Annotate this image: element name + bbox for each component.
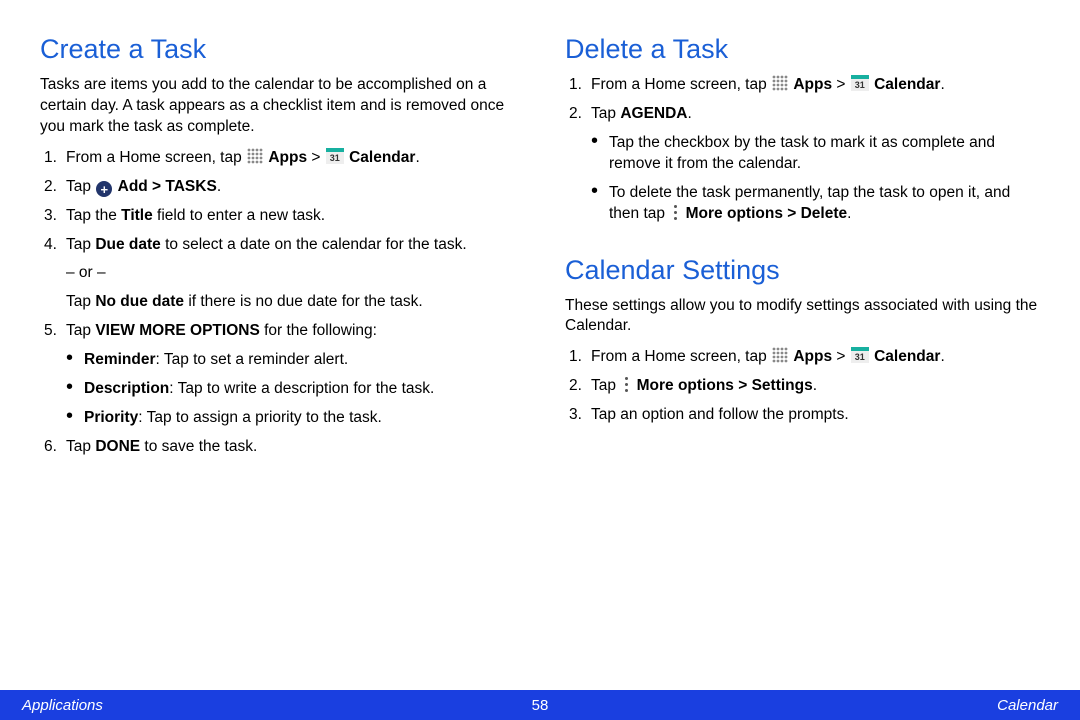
title-bold: Title (121, 207, 153, 224)
text: Tap the (66, 207, 121, 224)
apps-icon (772, 75, 788, 91)
more-label: More options > Delete (686, 205, 848, 222)
calendar-label: Calendar (874, 76, 940, 93)
text: Tap (66, 293, 95, 310)
text: From a Home screen, tap (66, 149, 246, 166)
sep: > (832, 348, 850, 365)
left-column: Create a Task Tasks are items you add to… (40, 30, 515, 466)
dbullet-1: Tap the checkbox by the task to mark it … (591, 133, 1040, 175)
settings-steps: From a Home screen, tap Apps > 31 Calend… (565, 347, 1040, 426)
dot: . (940, 76, 944, 93)
more-settings-bold: More options > Settings (637, 377, 813, 394)
dstep-2-bullets: Tap the checkbox by the task to mark it … (591, 133, 1040, 225)
text: Tap (66, 178, 95, 195)
two-column-layout: Create a Task Tasks are items you add to… (40, 30, 1040, 466)
plus-icon: + (96, 181, 112, 197)
heading-delete-task: Delete a Task (565, 34, 1040, 65)
delete-task-steps: From a Home screen, tap Apps > 31 Calend… (565, 75, 1040, 225)
bullet-priority: Priority: Tap to assign a priority to th… (66, 408, 515, 429)
footer-left: Applications (22, 697, 103, 714)
text: if there is no due date for the task. (184, 293, 423, 310)
calendar-label: Calendar (874, 348, 940, 365)
or-text: – or – (66, 263, 515, 284)
dot: . (847, 205, 851, 222)
bullet-reminder: Reminder: Tap to set a reminder alert. (66, 350, 515, 371)
nodue-bold: No due date (95, 293, 184, 310)
more-options-icon (621, 376, 631, 392)
step-3: Tap the Title field to enter a new task. (44, 206, 515, 227)
add-label: Add > TASKS (118, 178, 217, 195)
calendar-icon: 31 (326, 148, 344, 164)
text: Tap (66, 322, 95, 339)
cstep-1: From a Home screen, tap Apps > 31 Calend… (569, 347, 1040, 368)
step-1: From a Home screen, tap Apps > 31 Calend… (44, 148, 515, 169)
dot: . (687, 105, 691, 122)
heading-create-task: Create a Task (40, 34, 515, 65)
dstep-1: From a Home screen, tap Apps > 31 Calend… (569, 75, 1040, 96)
text: Tap (591, 105, 620, 122)
step-6: Tap DONE to save the task. (44, 437, 515, 458)
heading-calendar-settings: Calendar Settings (565, 255, 1040, 286)
intro-paragraph: Tasks are items you add to the calendar … (40, 75, 515, 138)
text: : Tap to write a description for the tas… (169, 380, 434, 397)
step-2: Tap + Add > TASKS. (44, 177, 515, 198)
no-due-text: Tap No due date if there is no due date … (66, 292, 515, 313)
dbullet-2: To delete the task permanently, tap the … (591, 183, 1040, 225)
dot: . (940, 348, 944, 365)
label: Priority (84, 409, 138, 426)
apps-label: Apps (793, 76, 832, 93)
text: Tap (66, 236, 95, 253)
text: to save the task. (140, 438, 257, 455)
more-options-icon (670, 204, 680, 220)
manual-page: Create a Task Tasks are items you add to… (0, 0, 1080, 720)
step-5: Tap VIEW MORE OPTIONS for the following:… (44, 321, 515, 429)
cstep-3: Tap an option and follow the prompts. (569, 405, 1040, 426)
calendar-label: Calendar (349, 149, 415, 166)
text: : Tap to set a reminder alert. (156, 351, 349, 368)
footer-right: Calendar (997, 697, 1058, 714)
settings-intro: These settings allow you to modify setti… (565, 296, 1040, 338)
text: for the following: (260, 322, 377, 339)
bullet-description: Description: Tap to write a description … (66, 379, 515, 400)
dstep-2: Tap AGENDA. Tap the checkbox by the task… (569, 104, 1040, 225)
text: Tap (66, 438, 95, 455)
due-bold: Due date (95, 236, 160, 253)
text: : Tap to assign a priority to the task. (138, 409, 382, 426)
page-number: 58 (532, 697, 549, 714)
step-5-bullets: Reminder: Tap to set a reminder alert. D… (66, 350, 515, 429)
viewmore-bold: VIEW MORE OPTIONS (95, 322, 259, 339)
label: Reminder (84, 351, 156, 368)
text: Tap (591, 377, 620, 394)
done-bold: DONE (95, 438, 140, 455)
text: field to enter a new task. (153, 207, 325, 224)
text: From a Home screen, tap (591, 76, 771, 93)
sep: > (832, 76, 850, 93)
dot: . (415, 149, 419, 166)
apps-icon (247, 148, 263, 164)
dot: . (217, 178, 221, 195)
calendar-icon: 31 (851, 347, 869, 363)
text: From a Home screen, tap (591, 348, 771, 365)
right-column: Delete a Task From a Home screen, tap Ap… (565, 30, 1040, 466)
step-4-sub: – or – Tap No due date if there is no du… (66, 263, 515, 313)
text: to select a date on the calendar for the… (161, 236, 467, 253)
step-4: Tap Due date to select a date on the cal… (44, 235, 515, 314)
apps-label: Apps (268, 149, 307, 166)
label: Description (84, 380, 169, 397)
apps-icon (772, 347, 788, 363)
apps-label: Apps (793, 348, 832, 365)
calendar-icon: 31 (851, 75, 869, 91)
agenda-bold: AGENDA (620, 105, 687, 122)
cstep-2: Tap More options > Settings. (569, 376, 1040, 397)
page-footer: Applications 58 Calendar (0, 690, 1080, 720)
create-task-steps: From a Home screen, tap Apps > 31 Calend… (40, 148, 515, 458)
dot: . (813, 377, 817, 394)
sep: > (307, 149, 325, 166)
